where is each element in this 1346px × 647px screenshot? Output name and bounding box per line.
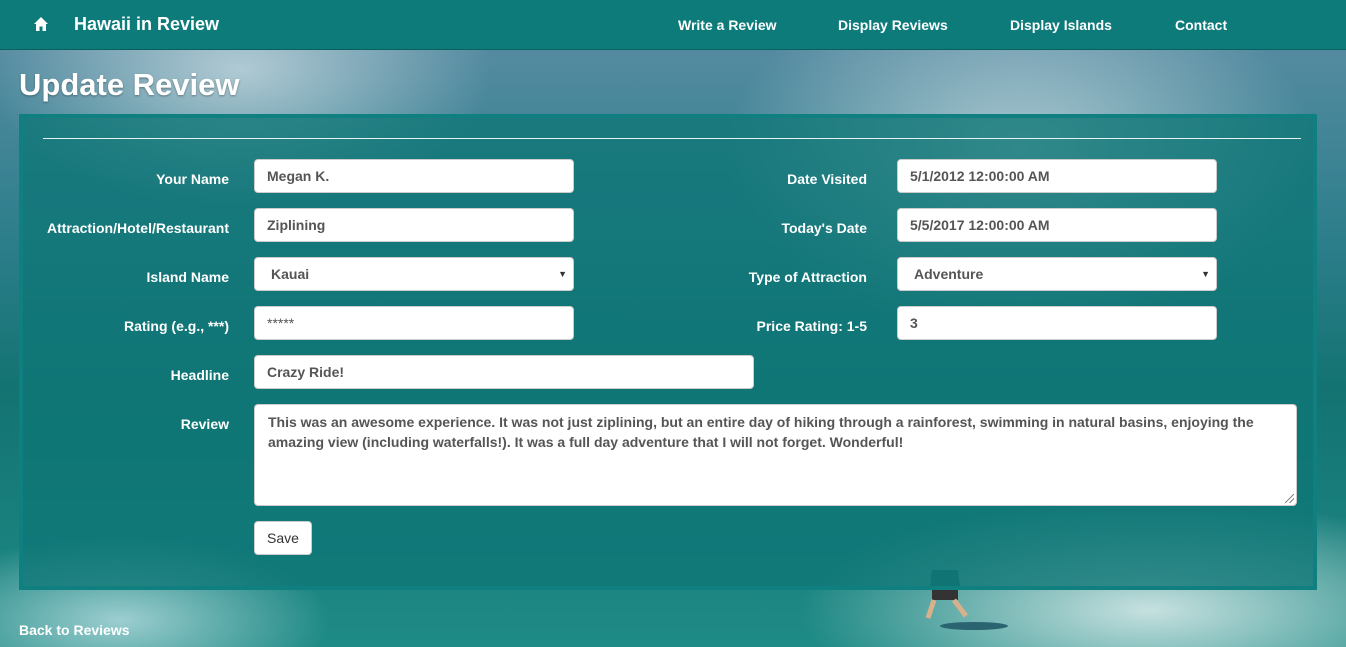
- back-to-reviews-link[interactable]: Back to Reviews: [19, 622, 130, 638]
- attraction-type-label: Type of Attraction: [748, 269, 867, 285]
- date-visited-label: Date Visited: [787, 171, 867, 187]
- brand-link[interactable]: Hawaii in Review: [74, 14, 219, 35]
- attraction-label: Attraction/Hotel/Restaurant: [46, 220, 229, 236]
- your-name-input[interactable]: Megan K.: [254, 159, 574, 193]
- price-rating-input[interactable]: 3: [897, 306, 1217, 340]
- save-button[interactable]: Save: [254, 521, 312, 555]
- dropdown-caret-icon: ▼: [1201, 269, 1210, 279]
- headline-input[interactable]: Crazy Ride!: [254, 355, 754, 389]
- rating-input[interactable]: *****: [254, 306, 574, 340]
- review-form-panel: Your Name Attraction/Hotel/Restaurant Is…: [19, 114, 1317, 590]
- todays-date-label: Today's Date: [781, 220, 867, 236]
- rating-label: Rating (e.g., ***): [123, 318, 229, 334]
- todays-date-input[interactable]: 5/5/2017 12:00:00 AM: [897, 208, 1217, 242]
- review-textarea[interactable]: This was an awesome experience. It was n…: [254, 404, 1297, 506]
- nav-display-islands[interactable]: Display Islands: [1010, 17, 1112, 33]
- date-visited-input[interactable]: 5/1/2012 12:00:00 AM: [897, 159, 1217, 193]
- dropdown-caret-icon: ▼: [558, 269, 567, 279]
- headline-label: Headline: [170, 367, 229, 383]
- island-select[interactable]: Kauai ▼: [254, 257, 574, 291]
- panel-divider: [43, 138, 1301, 139]
- home-icon[interactable]: [33, 16, 49, 32]
- top-navbar: Hawaii in Review Write a Review Display …: [0, 0, 1346, 50]
- attraction-input[interactable]: Ziplining: [254, 208, 574, 242]
- attraction-type-value: Adventure: [914, 266, 984, 282]
- nav-write-review[interactable]: Write a Review: [678, 17, 777, 33]
- price-rating-label: Price Rating: 1-5: [756, 318, 867, 334]
- your-name-label: Your Name: [156, 171, 229, 187]
- page-title: Update Review: [19, 67, 240, 102]
- review-label: Review: [180, 416, 229, 432]
- nav-contact[interactable]: Contact: [1175, 17, 1227, 33]
- island-name-label: Island Name: [146, 269, 229, 285]
- nav-display-reviews[interactable]: Display Reviews: [838, 17, 948, 33]
- island-select-value: Kauai: [271, 266, 310, 282]
- resize-grip-icon[interactable]: [1285, 494, 1294, 503]
- review-text: This was an awesome experience. It was n…: [268, 414, 1254, 450]
- attraction-type-select[interactable]: Adventure ▼: [897, 257, 1217, 291]
